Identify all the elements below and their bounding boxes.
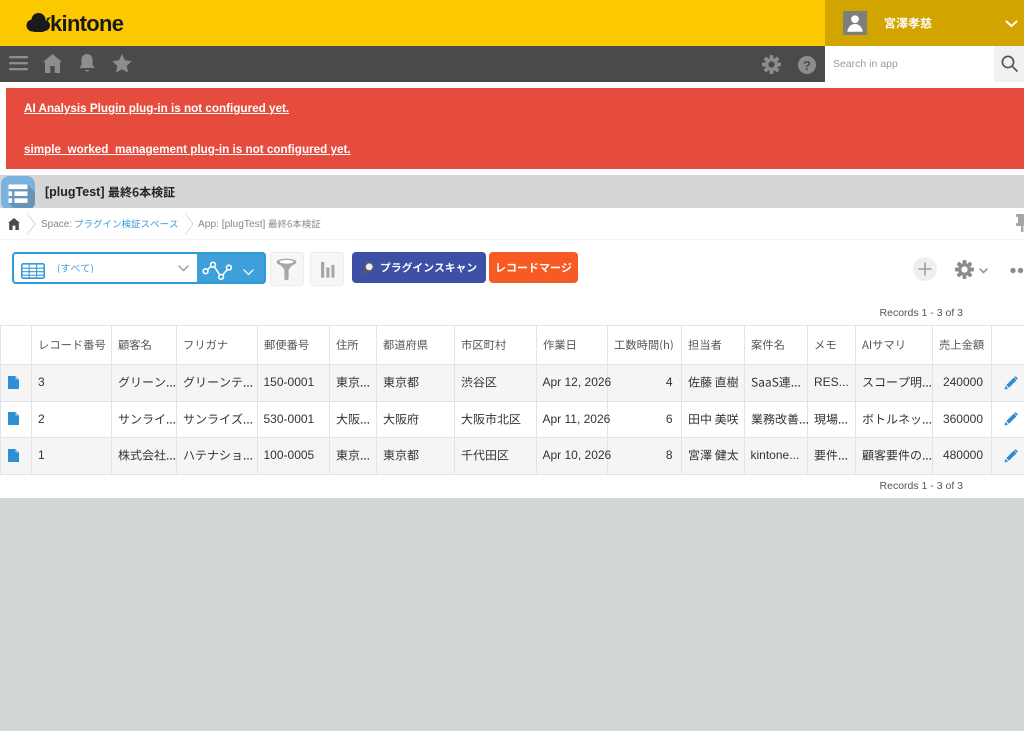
svg-text:?: ?: [803, 57, 811, 72]
